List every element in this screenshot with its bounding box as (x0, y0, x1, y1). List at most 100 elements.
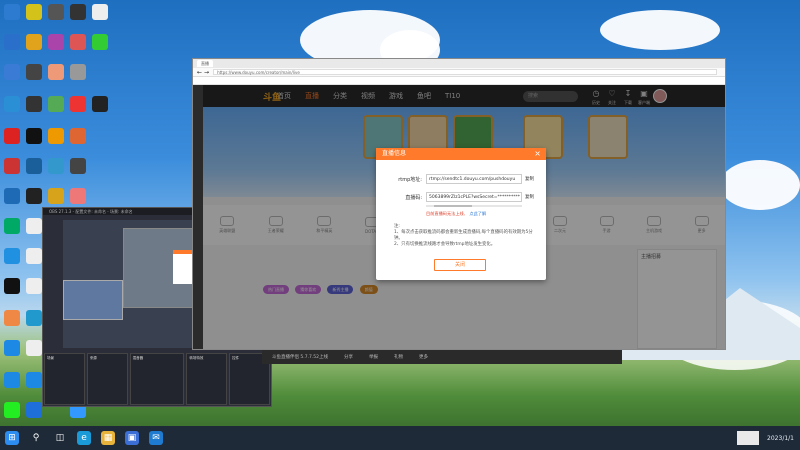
desktop-icon[interactable] (4, 218, 20, 234)
copy-code-button[interactable]: 复制 (525, 194, 534, 200)
cloud (720, 160, 800, 210)
desktop-icon[interactable] (48, 128, 64, 144)
system-tray: 2023/1/1 (737, 426, 794, 450)
stream-info-dialog: 直播信息 × rtmp地址: rtmp://sendtc1.douyu.com/… (376, 148, 546, 280)
hint-text: 目前直播码无法上线, (426, 211, 466, 216)
close-button[interactable]: 关闭 (434, 259, 486, 271)
desktop-icon[interactable] (26, 96, 42, 112)
code-label: 直播码: (405, 194, 422, 201)
browser-bottom-bar: 斗鱼直播伴侣 5.7.7.52上线 分享 举报 礼物 更多 (262, 350, 622, 364)
desktop-icon[interactable] (48, 64, 64, 80)
desktop-icon[interactable] (92, 96, 108, 112)
desktop-icon[interactable] (26, 64, 42, 80)
mail-icon[interactable]: ✉ (149, 431, 163, 445)
browser-tab[interactable]: 直播 (197, 60, 213, 67)
preview-nested (63, 280, 123, 320)
desktop-icon[interactable] (4, 402, 20, 418)
desktop-icon[interactable] (4, 158, 20, 174)
desktop-icon[interactable] (48, 34, 64, 50)
explorer-icon[interactable]: ▦ (101, 431, 115, 445)
desktop-icon[interactable] (4, 128, 20, 144)
desktop-icon[interactable] (70, 128, 86, 144)
desktop-icon[interactable] (70, 96, 86, 112)
desktop-icon[interactable] (26, 340, 42, 356)
desktop-icon[interactable] (26, 278, 42, 294)
desktop-icon[interactable] (92, 34, 108, 50)
desktop-icon[interactable] (4, 96, 20, 112)
desktop-icon[interactable] (70, 158, 86, 174)
forward-icon[interactable]: → (204, 69, 209, 76)
desktop-icon[interactable] (4, 248, 20, 264)
note-line: 1、每次点击获取推流码都会重新生成直播码,每个直播码的有效期为5分钟。 (394, 230, 533, 241)
desktop-icon[interactable] (26, 372, 42, 388)
desktop-icon[interactable] (4, 188, 20, 204)
rtmp-label: rtmp地址: (398, 176, 422, 183)
desktop-icon[interactable] (4, 340, 20, 356)
back-icon[interactable]: ← (197, 69, 202, 76)
obs-toolbar (45, 220, 61, 348)
desktop-icon[interactable] (4, 372, 20, 388)
hint-line: 目前直播码无法上线, 点此了解 (426, 211, 486, 217)
address-bar[interactable]: https://www.douyu.com/creator/main/live (213, 69, 717, 75)
desktop-icon[interactable] (4, 278, 20, 294)
close-icon[interactable]: × (534, 148, 541, 160)
bookmarks-bar (193, 77, 725, 85)
desktop-icon[interactable] (70, 188, 86, 204)
notes: 注: 1、每次点击获取推流码都会重新生成直播码,每个直播码的有效期为5分钟。 2… (394, 224, 534, 248)
desktop-icon[interactable] (70, 4, 86, 20)
dock-scenes[interactable]: 场景 (44, 353, 85, 405)
desktop-icon[interactable] (48, 96, 64, 112)
start-icon[interactable]: ⊞ (5, 431, 19, 445)
stream-code-field[interactable]: 5063899rZlz1cPLE?wsSecret=********** (426, 192, 522, 202)
bottom-item[interactable]: 斗鱼直播伴侣 5.7.7.52上线 (272, 354, 328, 360)
rtmp-field[interactable]: rtmp://sendtc1.douyu.com/pushdouyu (426, 174, 522, 184)
browser-urlbar: ← → https://www.douyu.com/creator/main/l… (193, 68, 725, 77)
search-icon[interactable]: ⚲ (29, 431, 43, 445)
desktop-icon[interactable] (4, 64, 20, 80)
taskbar: ⊞ ⚲ ◫ e ▦ ▣ ✉ 2023/1/1 (0, 426, 800, 450)
dialog-header: 直播信息 × (376, 148, 546, 160)
desktop-icon[interactable] (26, 218, 42, 234)
bottom-item[interactable]: 礼物 (394, 354, 403, 360)
store-icon[interactable]: ▣ (125, 431, 139, 445)
cloud (600, 10, 720, 50)
dock-transitions[interactable]: 转场特效 (186, 353, 228, 405)
task-view-icon[interactable]: ◫ (53, 431, 67, 445)
desktop-icon[interactable] (26, 402, 42, 418)
dock-sources[interactable]: 来源 (86, 353, 128, 405)
desktop-icon[interactable] (48, 158, 64, 174)
desktop-icon[interactable] (70, 64, 86, 80)
dock-mixer[interactable]: 混音器 (129, 353, 185, 405)
code-row: 直播码: 5063899rZlz1cPLE?wsSecret=*********… (394, 192, 534, 202)
learn-more-link[interactable]: 点此了解 (469, 211, 486, 216)
bottom-item[interactable]: 分享 (344, 354, 353, 360)
obs-docks: 场景 来源 混音器 转场特效 控件 (43, 352, 271, 406)
code-scrollbar[interactable] (426, 205, 522, 207)
dialog-title: 直播信息 (382, 150, 407, 157)
desktop-icon[interactable] (4, 310, 20, 326)
desktop-icon[interactable] (70, 34, 86, 50)
browser-titlebar: 直播 (193, 59, 725, 68)
desktop-icon[interactable] (26, 158, 42, 174)
edge-icon[interactable]: e (77, 431, 91, 445)
desktop-icon[interactable] (26, 248, 42, 264)
bottom-item[interactable]: 举报 (369, 354, 378, 360)
note-line: 2、只有切换推流线路才会导致rtmp地址发生变化。 (394, 242, 496, 247)
desktop-icon[interactable] (26, 128, 42, 144)
desktop-icon[interactable] (26, 4, 42, 20)
desktop-icon[interactable] (48, 4, 64, 20)
tray-thumb[interactable] (737, 431, 760, 445)
copy-rtmp-button[interactable]: 复制 (525, 176, 534, 182)
rtmp-row: rtmp地址: rtmp://sendtc1.douyu.com/pushdou… (394, 174, 534, 184)
desktop-icon[interactable] (4, 34, 20, 50)
desktop-icon[interactable] (4, 4, 20, 20)
desktop-icon[interactable] (26, 188, 42, 204)
desktop-icon[interactable] (26, 34, 42, 50)
desktop-icon[interactable] (92, 4, 108, 20)
tab-title: 直播 (201, 60, 209, 66)
browser-side-rail (193, 85, 203, 349)
clock[interactable]: 2023/1/1 (767, 435, 794, 442)
desktop-icon[interactable] (48, 188, 64, 204)
desktop-icon[interactable] (26, 310, 42, 326)
bottom-item[interactable]: 更多 (419, 354, 428, 360)
